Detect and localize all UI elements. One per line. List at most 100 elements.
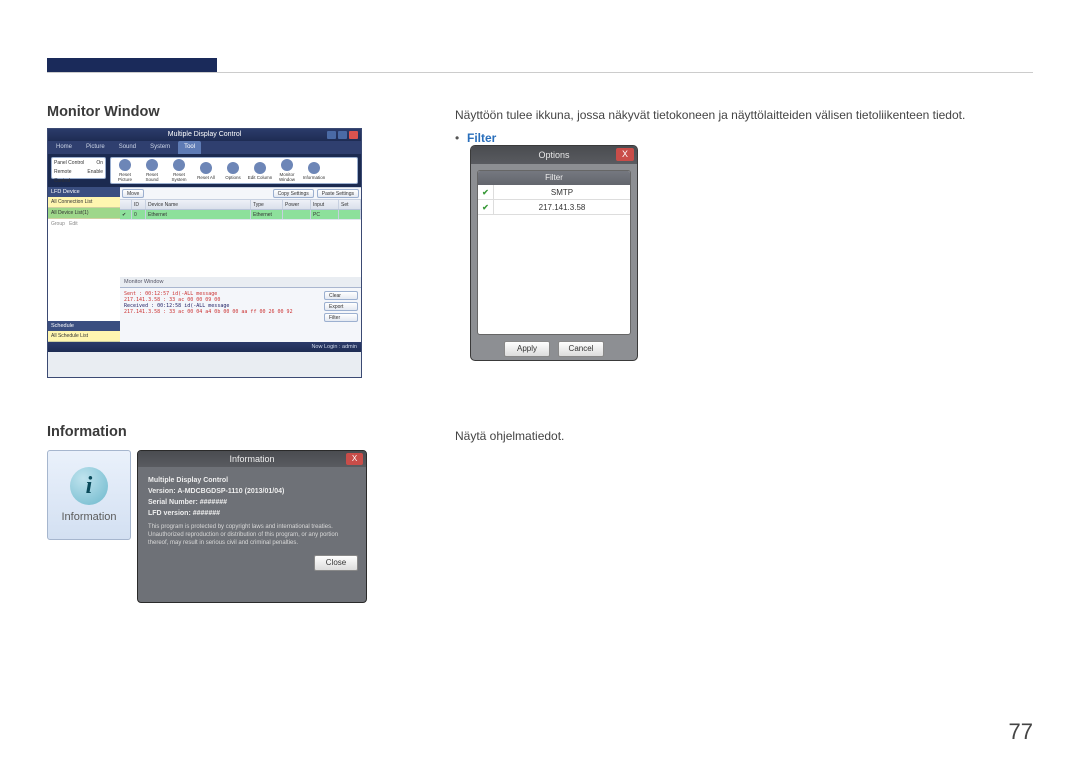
move-button[interactable]: Move	[122, 189, 144, 198]
tool-monitor-window[interactable]: Monitor Window	[274, 159, 300, 182]
sidebar-all-schedule[interactable]: All Schedule List	[48, 331, 120, 342]
sidebar-lfd-header[interactable]: LFD Device	[48, 187, 120, 197]
close-icon[interactable]	[349, 131, 358, 139]
maximize-icon[interactable]	[338, 131, 347, 139]
info-dialog-title: Information	[229, 454, 274, 464]
panel-control-label: Panel Control	[54, 159, 84, 168]
sidebar-schedule-header[interactable]: Schedule	[48, 321, 120, 331]
header-divider	[47, 72, 1033, 73]
mdc-titlebar: Multiple Display Control	[48, 129, 361, 141]
header-accent-bar	[47, 58, 217, 73]
tab-picture[interactable]: Picture	[80, 141, 111, 154]
grid-row-selected[interactable]: ✔ 0 Ethernet Ethernet PC	[120, 210, 361, 220]
filter-row-ip[interactable]: ✔ 217.141.3.58	[478, 200, 630, 215]
copy-settings-button[interactable]: Copy Settings	[273, 189, 314, 198]
filter-dialog: Options X Filter ✔ SMTP ✔ 217.141.3.58 A…	[470, 145, 638, 361]
info-product-name: Multiple Display Control	[148, 475, 356, 486]
sidebar-all-connection[interactable]: All Connection List	[48, 197, 120, 208]
filter-value-smtp: SMTP	[494, 188, 630, 197]
close-button[interactable]: Close	[314, 555, 358, 571]
monitor-window-icon	[281, 159, 293, 171]
information-icon	[308, 162, 320, 174]
info-lfd-label: LFD version:	[148, 510, 191, 517]
info-version-value: A-MDCBGDSP-1110 (2013/01/04)	[177, 488, 284, 495]
reset-picture-icon	[119, 159, 131, 171]
panel-control-value[interactable]: On	[96, 159, 103, 168]
filter-dialog-close-button[interactable]: X	[616, 148, 634, 161]
paste-settings-button[interactable]: Paste Settings	[317, 189, 359, 198]
section-title-monitor-window: Monitor Window	[47, 104, 377, 120]
col-set[interactable]: Set	[339, 200, 361, 209]
clear-button[interactable]: Clear	[324, 291, 358, 300]
tool-reset-picture[interactable]: Reset Picture	[112, 159, 138, 182]
filter-row-smtp[interactable]: ✔ SMTP	[478, 185, 630, 200]
grid-header: ID Device Name Type Power Input Set	[120, 200, 361, 210]
tab-tool[interactable]: Tool	[178, 141, 201, 154]
monitor-window-description: Näyttöön tulee ikkuna, jossa näkyvät tie…	[455, 106, 1033, 125]
remote-control-value[interactable]: Enable	[87, 168, 103, 186]
information-dialog: Information X Multiple Display Control V…	[137, 450, 367, 603]
filter-column-header: Filter	[478, 171, 630, 185]
sidebar-edit-button[interactable]: Edit	[69, 221, 78, 227]
tool-reset-all[interactable]: Reset All	[193, 159, 219, 182]
check-icon[interactable]: ✔	[478, 185, 494, 199]
check-icon[interactable]: ✔	[478, 200, 494, 214]
remote-control-label: Remote Control	[54, 168, 87, 186]
section-title-information: Information	[47, 424, 377, 440]
tool-options[interactable]: Options	[220, 159, 246, 182]
filter-dialog-title: Options	[538, 150, 569, 160]
filter-button[interactable]: Filter	[324, 313, 358, 322]
col-device-name[interactable]: Device Name	[146, 200, 251, 209]
monitor-pane: Sent : 00:12:57 id(-ALL message 217.141.…	[120, 287, 361, 342]
cell-id: 0	[132, 210, 146, 219]
sidebar-group-area: Group Edit	[48, 219, 120, 321]
tab-sound[interactable]: Sound	[113, 141, 142, 154]
tool-reset-system[interactable]: Reset System	[166, 159, 192, 182]
information-description: Näytä ohjelmatiedot.	[455, 427, 1033, 446]
info-dialog-close-icon[interactable]: X	[346, 453, 363, 465]
cell-power	[283, 210, 311, 219]
cell-set	[339, 210, 361, 219]
tool-reset-sound[interactable]: Reset Sound	[139, 159, 165, 182]
info-version-label: Version:	[148, 488, 176, 495]
options-icon	[227, 162, 239, 174]
mdc-title-text: Multiple Display Control	[168, 131, 242, 138]
mdc-tabbar: Home Picture Sound System Tool	[48, 141, 361, 154]
tab-home[interactable]: Home	[50, 141, 78, 154]
info-serial-value: #######	[200, 499, 227, 506]
tool-information[interactable]: Information	[301, 159, 327, 182]
minimize-icon[interactable]	[327, 131, 336, 139]
col-input[interactable]: Input	[311, 200, 339, 209]
information-tile[interactable]: i Information	[47, 450, 131, 540]
export-button[interactable]: Export	[324, 302, 358, 311]
reset-sound-icon	[146, 159, 158, 171]
cancel-button[interactable]: Cancel	[558, 341, 604, 357]
col-check	[120, 200, 132, 209]
cell-name: Ethernet	[146, 210, 251, 219]
info-tile-label: Information	[61, 511, 116, 523]
sidebar-all-device[interactable]: All Device List(1)	[48, 208, 120, 219]
apply-button[interactable]: Apply	[504, 341, 550, 357]
tab-system[interactable]: System	[144, 141, 176, 154]
grid-empty-area	[120, 220, 361, 277]
info-lfd-value: #######	[193, 510, 220, 517]
panel-control-box: Panel ControlOn Remote ControlEnable	[51, 157, 106, 179]
mdc-footer: Now Login : admin	[48, 342, 361, 352]
cell-check[interactable]: ✔	[120, 210, 132, 219]
reset-all-icon	[200, 162, 212, 174]
info-serial-label: Serial Number:	[148, 499, 198, 506]
cell-input: PC	[311, 210, 339, 219]
monitor-pane-label: Monitor Window	[120, 277, 361, 287]
col-id[interactable]: ID	[132, 200, 146, 209]
mon-line-4: 217.141.3.58 : 33 ac 00 04 a4 0b 00 00 a…	[124, 309, 317, 315]
col-type[interactable]: Type	[251, 200, 283, 209]
mdc-window: Multiple Display Control Home Picture So…	[47, 128, 362, 378]
reset-system-icon	[173, 159, 185, 171]
info-glyph-icon: i	[86, 473, 93, 500]
col-power[interactable]: Power	[283, 200, 311, 209]
filter-bullet-label: Filter	[467, 131, 496, 145]
tool-edit-column[interactable]: Edit Column	[247, 159, 273, 182]
filter-value-ip: 217.141.3.58	[494, 203, 630, 212]
cell-type: Ethernet	[251, 210, 283, 219]
page-number: 77	[1009, 719, 1033, 745]
